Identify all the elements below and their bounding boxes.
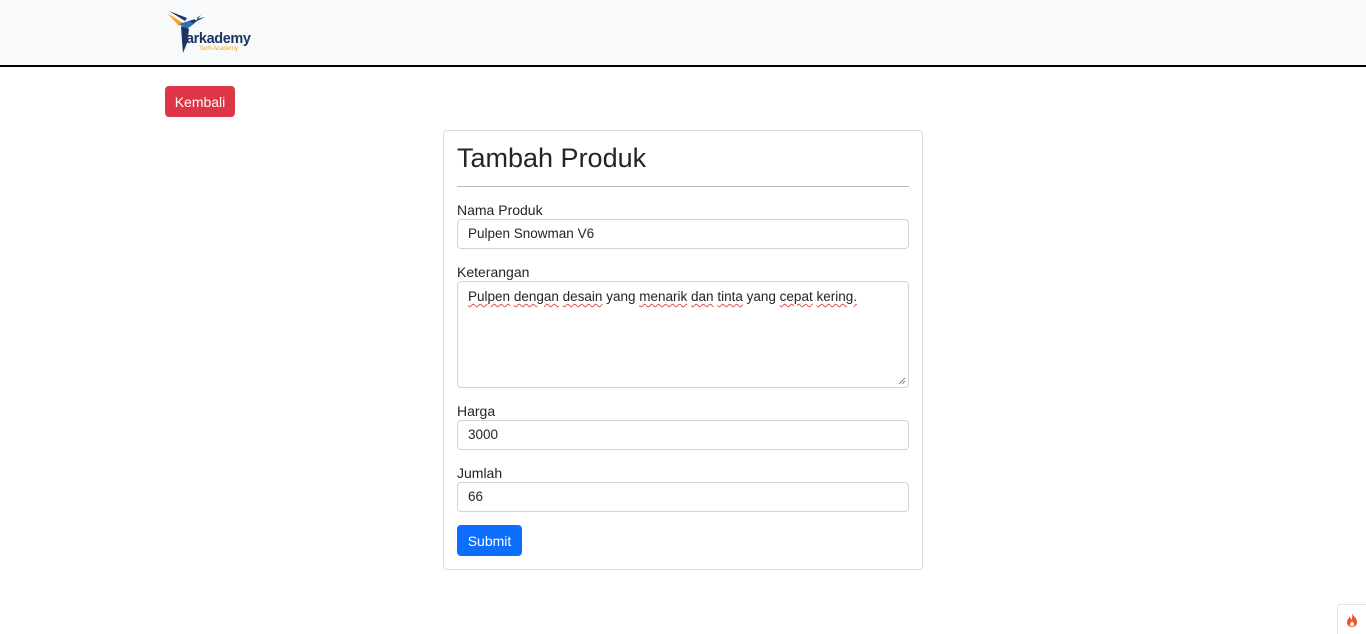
product-name-label: Nama Produk	[457, 202, 543, 218]
quantity-input[interactable]: 66	[457, 482, 909, 512]
resize-grip-icon[interactable]	[898, 377, 906, 385]
product-name-value: Pulpen Snowman V6	[468, 226, 595, 241]
quantity-label: Jumlah	[457, 465, 503, 481]
description-word: yang	[606, 289, 636, 304]
description-label: Keterangan	[457, 264, 530, 280]
description-word: menarik	[639, 289, 688, 304]
price-input[interactable]: 3000	[457, 420, 909, 450]
title-divider	[457, 186, 909, 187]
brand-logo[interactable]: arkademy Tech Academy	[165, 9, 265, 55]
description-word: Pulpen	[468, 289, 511, 304]
description-word: desain	[562, 289, 603, 304]
submit-button[interactable]: Submit	[457, 525, 522, 556]
price-label: Harga	[457, 403, 496, 419]
description-word: cepat	[779, 289, 813, 304]
brand-tagline: Tech Academy	[199, 46, 239, 52]
description-word: dan	[691, 289, 714, 304]
description-word: yang	[746, 289, 776, 304]
brand-name: arkademy	[186, 31, 251, 47]
debug-toolbar-toggle[interactable]	[1337, 604, 1366, 634]
flame-icon	[1347, 613, 1357, 627]
description-word: dengan	[513, 289, 559, 304]
description-word: tinta	[717, 289, 743, 304]
price-value: 3000	[468, 427, 499, 442]
navbar: arkademy Tech Academy	[0, 0, 1366, 67]
quantity-value: 66	[468, 489, 484, 504]
add-product-card: Tambah Produk Nama Produk Pulpen Snowman…	[443, 130, 923, 570]
product-name-input[interactable]: Pulpen Snowman V6	[457, 219, 909, 249]
description-word: kering.	[816, 289, 857, 304]
form-title: Tambah Produk	[457, 143, 647, 173]
back-button[interactable]: Kembali	[165, 86, 235, 117]
description-textarea[interactable]: Pulpen dengan desain yang menarik dan ti…	[457, 281, 909, 388]
